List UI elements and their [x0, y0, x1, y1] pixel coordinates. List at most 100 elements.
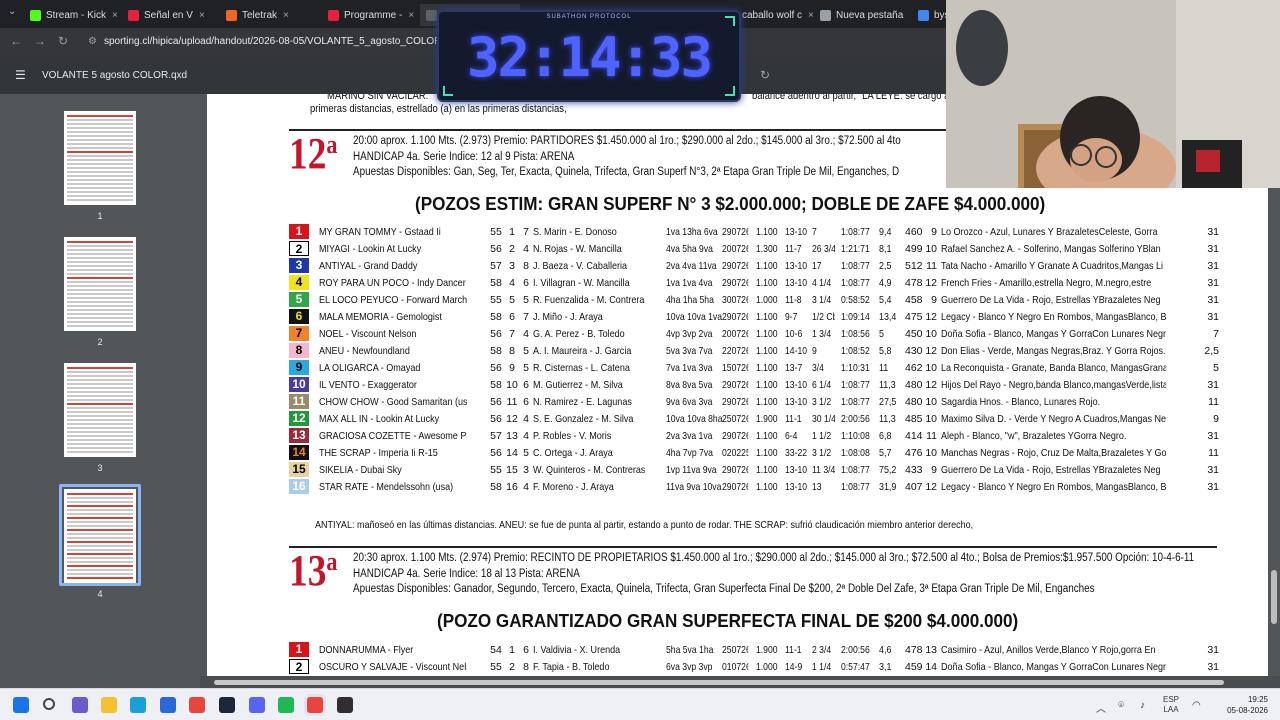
thumb-line [67, 257, 133, 259]
tab-search-icon[interactable]: ⌄ [8, 6, 16, 17]
runner-gan: 31 [1207, 260, 1219, 272]
tray-chevron-icon[interactable]: ︿ [1096, 700, 1106, 715]
reload-icon[interactable]: ↻ [58, 34, 68, 48]
clock[interactable]: 19:25 05-08-2026 [1222, 694, 1268, 716]
saddle-number: 10 [289, 377, 309, 392]
runner-peso: 480 [905, 379, 923, 391]
runner-jk: F. Moreno - J. Araya [533, 481, 614, 493]
runner-cat: 6-4 [785, 430, 798, 442]
runner-jk: I. Villagran - W. Mancilla [533, 277, 630, 289]
runner-studio: Doña Sofia - Blanco, Mangas Y GorraCon L… [941, 661, 1167, 673]
thumb-line [67, 253, 133, 255]
runner-gan: 31 [1207, 311, 1219, 323]
wifi-icon[interactable]: ◠ [1192, 700, 1201, 711]
forward-icon[interactable]: → [34, 34, 46, 48]
rotate-icon[interactable]: ↻ [760, 68, 770, 82]
horizontal-scrollbar[interactable] [200, 676, 1280, 688]
runner-peso: 459 [905, 661, 923, 673]
lang-indicator[interactable]: ESP LAA [1158, 695, 1184, 715]
runner-row: 12 MAX ALL IN - Lookin At Lucky 56 12 4 S. E.… [289, 411, 1229, 428]
thumb-line [67, 391, 133, 393]
runner-kg: 58 [490, 379, 502, 391]
tab-0[interactable]: Stream - Kick × [24, 4, 122, 26]
edge-icon[interactable] [130, 697, 146, 713]
windows-start-icon[interactable] [13, 697, 29, 713]
runner-jk: N. Rojas - W. Mancilla [533, 243, 622, 255]
runner-tiempo: 2:00:56 [841, 413, 870, 425]
tab-close-icon[interactable]: × [199, 10, 205, 21]
page-thumbnail-3[interactable] [64, 363, 136, 457]
runner-pp: 8 [509, 345, 515, 357]
spotify-icon[interactable] [278, 697, 294, 713]
tab-7[interactable]: bys × [912, 4, 946, 26]
subathon-timer-overlay: SUBATHON PROTOCOL 32:14:33 [437, 10, 741, 102]
steam-icon[interactable] [219, 697, 235, 713]
tab-close-icon[interactable]: × [283, 10, 289, 21]
tab-label: Stream - Kick [46, 9, 107, 21]
runner-ubic: 3 1/2 [812, 396, 832, 408]
runner-dv: 8 [523, 661, 529, 673]
runner-ubic: 9 [812, 345, 817, 357]
site-info-icon[interactable]: ⚙ [88, 32, 97, 52]
runner-tiempo: 1:08:56 [841, 328, 870, 340]
scroll-thumb[interactable] [1271, 570, 1277, 624]
store-icon[interactable] [160, 697, 176, 713]
network-icon[interactable]: ⌾ [1118, 700, 1124, 711]
hscroll-thumb[interactable] [214, 680, 1224, 685]
back-icon[interactable]: ← [10, 34, 22, 48]
thumb-line [67, 147, 133, 149]
runner-horse: ANTIYAL - Grand Daddy [319, 260, 418, 272]
tab-6[interactable]: Nueva pestaña × [814, 4, 910, 26]
thumb-line [67, 285, 133, 287]
runner-cat: 14-10 [785, 345, 808, 357]
tab-1[interactable]: Señal en V × [122, 4, 220, 26]
runner-gan: 31 [1207, 243, 1219, 255]
runner-ed: 11 [926, 260, 937, 272]
runner-row: 5 EL LOCO PEYUCO - Forward March 55 5 5 R. Fu… [289, 292, 1229, 309]
tab-close-icon[interactable]: × [808, 10, 814, 21]
runner-fe: 250726 [722, 644, 749, 656]
runner-ed: 13 [925, 644, 937, 656]
runner-kg: 58 [490, 481, 502, 493]
runner-dv: 4 [523, 328, 529, 340]
runner-dv: 5 [523, 447, 529, 459]
runner-dv: 4 [523, 243, 529, 255]
chrome-active-icon[interactable] [307, 697, 323, 713]
runner-row: 9 LA OLIGARCA - Omayad 56 9 5 R. Cisternas - … [289, 360, 1229, 377]
page-thumbnail-2[interactable] [64, 237, 136, 331]
thumb-line [67, 261, 133, 263]
runner-gan: 11 [1208, 396, 1219, 408]
top-note-1: MARINO SIN VACILAR: [327, 94, 429, 102]
tab-close-icon[interactable]: × [909, 10, 910, 21]
obs-icon[interactable] [337, 697, 353, 713]
runner-ubic: 30 1/4 [812, 413, 835, 425]
runner-ed: 9 [931, 294, 937, 306]
runner-cat: 13-10 [785, 464, 808, 476]
runner-cat: 13-10 [785, 277, 808, 289]
chrome-icon[interactable] [189, 697, 205, 713]
tab-2[interactable]: Teletrak × [220, 4, 318, 26]
tab-close-icon[interactable]: × [408, 10, 414, 21]
saddle-number: 14 [289, 445, 309, 460]
tab-3[interactable]: Programme - × [322, 4, 422, 26]
speaker-icon[interactable]: ♪ [1140, 700, 1145, 711]
thumb-line [67, 163, 133, 165]
runner-kg: 56 [490, 362, 502, 374]
runner-jk: C. Ortega - J. Araya [533, 447, 613, 459]
runner-dv: 5 [523, 362, 529, 374]
tab-close-icon[interactable]: × [112, 10, 118, 21]
menu-icon[interactable]: ☰ [15, 68, 26, 82]
tab-label: Teletrak [242, 9, 278, 21]
corner-ornament-icon [725, 16, 735, 26]
page-thumbnail-1[interactable] [64, 111, 136, 205]
runner-row: 2 OSCURO Y SALVAJE - Viscount Nelson 55 2 8 F… [289, 659, 1229, 676]
tab-favicon-icon [426, 9, 437, 21]
runner-div: 5,4 [879, 294, 892, 306]
copilot-icon[interactable] [72, 697, 88, 713]
runner-ed: 10 [925, 396, 937, 408]
discord-icon[interactable] [249, 697, 265, 713]
search-icon[interactable] [43, 698, 55, 710]
file-explorer-icon[interactable] [101, 697, 117, 713]
runner-peso: 478 [905, 644, 923, 656]
runner-studio: Maximo Silva D. - Verde Y Negro A Cuadro… [941, 413, 1167, 425]
